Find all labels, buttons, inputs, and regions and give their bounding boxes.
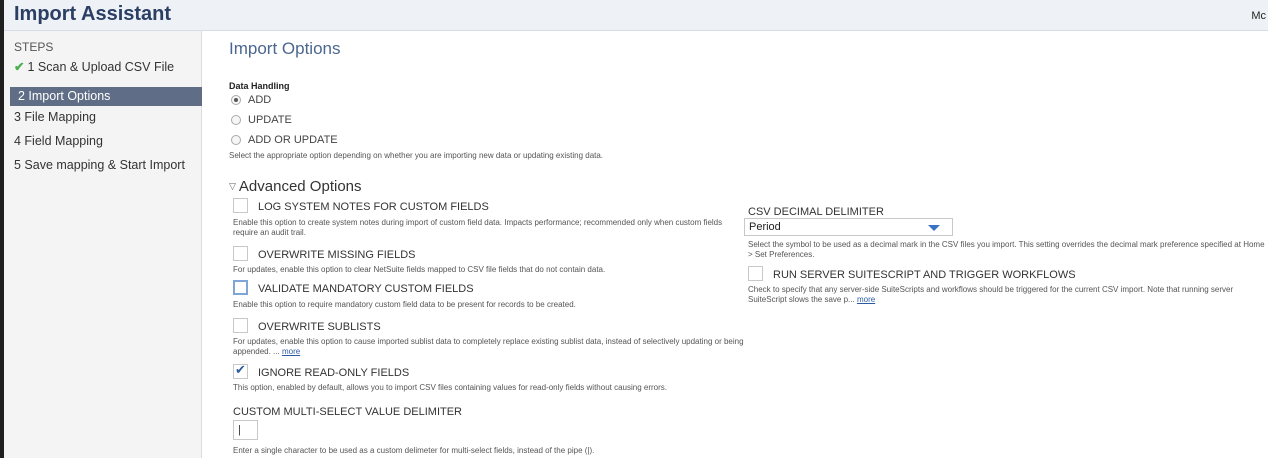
help-text: Check to specify that any server-side Su… — [748, 285, 1234, 304]
help-text: For updates, enable this option to cause… — [233, 337, 744, 356]
step-save-mapping[interactable]: 5 Save mapping & Start Import — [14, 156, 185, 175]
run-suitescript-checkbox[interactable] — [748, 266, 763, 281]
more-link[interactable]: more — [857, 295, 875, 304]
radio-button[interactable] — [231, 95, 241, 105]
multiselect-delimiter-label: CUSTOM MULTI-SELECT VALUE DELIMITER — [233, 406, 463, 418]
checkbox-label: OVERWRITE MISSING FIELDS — [258, 249, 416, 261]
checkbox-label: VALIDATE MANDATORY CUSTOM FIELDS — [258, 283, 474, 295]
step-field-mapping[interactable]: 4 Field Mapping — [14, 132, 103, 151]
step-label: 3 File Mapping — [14, 110, 96, 124]
steps-title: STEPS — [14, 40, 54, 54]
overwrite-missing-row[interactable]: OVERWRITE MISSING FIELDS — [233, 246, 416, 261]
overwrite-missing-help: For updates, enable this option to clear… — [233, 265, 606, 274]
dropdown-arrow-icon — [928, 225, 940, 231]
log-system-notes-checkbox[interactable] — [233, 198, 248, 213]
advanced-options-title: Advanced Options — [238, 178, 362, 195]
data-handling-help: Select the appropriate option depending … — [229, 151, 604, 160]
step-label: 5 Save mapping & Start Import — [14, 158, 185, 172]
checkbox-label: IGNORE READ-ONLY FIELDS — [258, 367, 410, 379]
run-suitescript-row[interactable]: RUN SERVER SUITESCRIPT AND TRIGGER WORKF… — [748, 266, 1076, 281]
overwrite-missing-checkbox[interactable] — [233, 246, 248, 261]
step-file-mapping[interactable]: 3 File Mapping — [14, 108, 96, 127]
run-suitescript-help: Check to specify that any server-side Su… — [748, 285, 1253, 305]
more-link[interactable]: more — [282, 347, 300, 356]
radio-label: UPDATE — [248, 114, 292, 126]
steps-sidebar: STEPS ✔ 1 Scan & Upload CSV File 2 Import… — [4, 31, 202, 458]
csv-decimal-label: CSV DECIMAL DELIMITER — [748, 206, 884, 218]
select-value: Period — [749, 221, 781, 233]
step-label: 4 Field Mapping — [14, 134, 103, 148]
radio-button[interactable] — [231, 135, 241, 145]
data-handling-label: Data Handling — [229, 81, 290, 91]
csv-decimal-select[interactable]: Period — [744, 218, 953, 236]
advanced-options-toggle[interactable]: ▽ Advanced Options — [229, 178, 362, 195]
ignore-readonly-row[interactable]: IGNORE READ-ONLY FIELDS — [233, 362, 410, 379]
step-label: 1 Scan & Upload CSV File — [27, 60, 175, 74]
checkbox-label: RUN SERVER SUITESCRIPT AND TRIGGER WORKF… — [773, 269, 1076, 281]
page-title: Import Options — [229, 39, 341, 58]
multiselect-delimiter-input[interactable]: | — [233, 420, 258, 440]
radio-label: ADD OR UPDATE — [248, 134, 338, 146]
log-system-notes-help: Enable this option to create system note… — [233, 218, 723, 237]
csv-decimal-help: Select the symbol to be used as a decima… — [748, 240, 1265, 259]
checkbox-label: LOG SYSTEM NOTES FOR CUSTOM FIELDS — [258, 201, 489, 213]
app-title: Import Assistant — [14, 3, 172, 25]
radio-label: ADD — [248, 94, 272, 106]
triangle-down-icon: ▽ — [229, 181, 236, 191]
checkbox-label: OVERWRITE SUBLISTS — [258, 321, 381, 333]
ignore-readonly-checkbox[interactable] — [233, 362, 248, 379]
checkmark-icon: ✔ — [14, 60, 25, 74]
radio-update[interactable]: UPDATE — [231, 114, 292, 126]
validate-mandatory-help: Enable this option to require mandatory … — [233, 300, 576, 309]
ignore-readonly-help: This option, enabled by default, allows … — [233, 383, 668, 392]
validate-mandatory-checkbox[interactable] — [233, 280, 248, 295]
overwrite-sublists-help: For updates, enable this option to cause… — [233, 337, 748, 357]
multiselect-delimiter-help: Enter a single character to be used as a… — [233, 446, 595, 455]
main-content: Import Options Data Handling ADD UPDATE … — [229, 0, 1268, 458]
step-label: 2 Import Options — [18, 89, 111, 103]
validate-mandatory-row[interactable]: VALIDATE MANDATORY CUSTOM FIELDS — [233, 280, 474, 295]
radio-button[interactable] — [231, 115, 241, 125]
log-system-notes-row[interactable]: LOG SYSTEM NOTES FOR CUSTOM FIELDS — [233, 198, 489, 213]
overwrite-sublists-checkbox[interactable] — [233, 318, 248, 333]
overwrite-sublists-row[interactable]: OVERWRITE SUBLISTS — [233, 318, 381, 333]
step-import-options[interactable]: 2 Import Options — [10, 87, 202, 106]
step-scan-upload[interactable]: ✔ 1 Scan & Upload CSV File — [14, 58, 174, 77]
radio-add[interactable]: ADD — [231, 94, 271, 106]
radio-add-or-update[interactable]: ADD OR UPDATE — [231, 134, 338, 146]
